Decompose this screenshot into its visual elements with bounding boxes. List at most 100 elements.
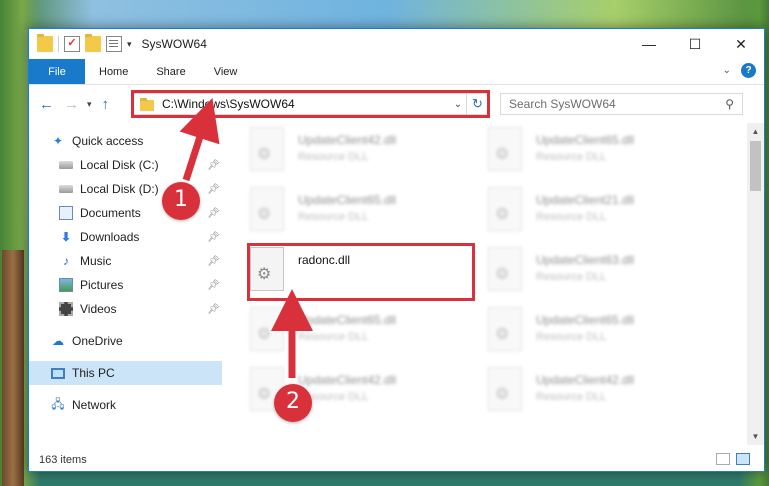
sidebar-item-label: Local Disk (D:) (80, 182, 159, 196)
file-item[interactable]: UpdateClient42.dll Resource DLL (488, 367, 714, 419)
checkmark-properties-icon[interactable]: ✓ (64, 36, 80, 52)
address-bar-highlight (131, 90, 490, 118)
dll-file-icon (488, 247, 522, 291)
sidebar-item-onedrive[interactable]: ☁ OneDrive (29, 329, 222, 353)
dll-file-icon (488, 187, 522, 231)
file-item[interactable]: UpdateClient63.dll Resource DLL (488, 247, 714, 299)
sidebar-item-label: Music (80, 254, 112, 268)
folder-icon (37, 34, 53, 52)
pin-icon[interactable]: 📌︎ (207, 160, 220, 171)
file-type: Resource DLL (298, 211, 369, 223)
pin-icon[interactable]: 📌︎ (207, 232, 220, 243)
sidebar-item-label: Network (72, 398, 117, 412)
customize-toolbar-dropdown-icon[interactable]: ▾ (127, 39, 132, 50)
radonc-highlight (247, 243, 475, 301)
disk-icon (59, 185, 73, 193)
documents-icon (59, 206, 73, 220)
maximize-button[interactable]: ☐ (672, 29, 718, 59)
tab-home[interactable]: Home (85, 59, 142, 84)
tab-file[interactable]: File (29, 59, 85, 84)
back-button[interactable]: ← (39, 96, 54, 113)
pin-icon[interactable]: 📌︎ (207, 304, 220, 315)
sidebar-item-this-pc[interactable]: This PC (29, 361, 222, 385)
sidebar-item-label: Local Disk (C:) (80, 158, 159, 172)
recent-locations-dropdown[interactable]: ▾ (87, 99, 92, 110)
disk-icon (59, 161, 73, 169)
vertical-scrollbar[interactable]: ▲ ▼ (747, 123, 764, 445)
file-item[interactable]: UpdateClient65.dll Resource DLL (488, 307, 714, 359)
music-icon: ♪ (63, 254, 69, 268)
file-name: UpdateClient42.dll (298, 373, 397, 387)
sidebar-item-label: Quick access (72, 134, 144, 148)
details-view-icon[interactable] (716, 453, 730, 465)
star-icon: ✦ (52, 134, 64, 148)
main-content: ✦ Quick access Local Disk (C:) 📌︎ Local … (29, 123, 764, 445)
sidebar-item-quick-access[interactable]: ✦ Quick access (29, 129, 222, 153)
file-item[interactable]: UpdateClient65.dll Resource DLL (250, 307, 476, 359)
expand-ribbon-chevron-icon[interactable]: ⌄ (723, 65, 731, 76)
search-box[interactable]: Search SysWOW64 ⚲ (500, 93, 743, 115)
videos-icon (59, 302, 73, 316)
pin-icon[interactable]: 📌︎ (207, 184, 220, 195)
window-title: SysWOW64 (141, 37, 207, 51)
ribbon-right-controls: ⌄ ? (723, 63, 756, 78)
step-1-badge: 1 (162, 182, 200, 220)
close-button[interactable]: ✕ (718, 29, 764, 59)
sidebar-item-downloads[interactable]: ⬇ Downloads 📌︎ (29, 225, 222, 249)
wallpaper-sky (0, 0, 769, 30)
navigation-bar: ← → ▾ ↑ C:\Windows\SysWOW64 ⌄ ↻ Search S… (29, 85, 764, 123)
dll-file-icon (250, 187, 284, 231)
file-name: UpdateClient65.dll (536, 313, 635, 327)
pin-icon[interactable]: 📌︎ (207, 280, 220, 291)
file-name: UpdateClient65.dll (298, 193, 397, 207)
scroll-up-icon[interactable]: ▲ (747, 123, 764, 140)
network-icon: 🖧︎ (51, 396, 65, 411)
scrollbar-thumb[interactable] (750, 141, 761, 191)
file-item[interactable]: UpdateClient21.dll Resource DLL (488, 187, 714, 239)
sidebar-item-label: Documents (80, 206, 141, 220)
file-type: Resource DLL (298, 391, 369, 403)
scroll-down-icon[interactable]: ▼ (747, 428, 764, 445)
tab-view[interactable]: View (200, 59, 252, 84)
file-item[interactable]: UpdateClient65.dll Resource DLL (250, 187, 476, 239)
pin-icon[interactable]: 📌︎ (207, 208, 220, 219)
file-type: Resource DLL (536, 271, 607, 283)
file-type: Resource DLL (536, 331, 607, 343)
help-icon[interactable]: ? (741, 63, 756, 78)
large-icons-view-icon[interactable] (736, 453, 750, 465)
download-icon: ⬇ (60, 230, 72, 244)
forward-button[interactable]: → (64, 96, 79, 113)
dll-file-icon (488, 127, 522, 171)
wallpaper-palm-trunk (2, 250, 24, 486)
pictures-icon (59, 278, 73, 292)
tab-share[interactable]: Share (142, 59, 199, 84)
sidebar-item-network[interactable]: 🖧︎ Network (29, 393, 222, 417)
status-bar: 163 items (29, 449, 764, 471)
sidebar-item-music[interactable]: ♪ Music 📌︎ (29, 249, 222, 273)
item-count: 163 items (39, 454, 87, 466)
file-name: UpdateClient42.dll (298, 133, 397, 147)
ribbon-tabs: File Home Share View ⌄ ? (29, 59, 764, 85)
file-name: UpdateClient21.dll (536, 193, 635, 207)
new-folder-icon[interactable] (85, 34, 101, 52)
up-button[interactable]: ↑ (102, 96, 110, 113)
step-2-badge: 2 (274, 384, 312, 422)
sidebar-item-videos[interactable]: Videos 📌︎ (29, 297, 222, 321)
sidebar-item-label: Downloads (80, 230, 140, 244)
pin-icon[interactable]: 📌︎ (207, 256, 220, 267)
pc-icon (51, 367, 65, 379)
search-icon[interactable]: ⚲ (725, 97, 734, 111)
file-name: UpdateClient63.dll (536, 253, 635, 267)
file-type: Resource DLL (536, 151, 607, 163)
sidebar-item-local-disk-c[interactable]: Local Disk (C:) 📌︎ (29, 153, 222, 177)
file-item[interactable]: UpdateClient65.dll Resource DLL (488, 127, 714, 179)
view-toggle (716, 453, 750, 465)
sidebar-item-pictures[interactable]: Pictures 📌︎ (29, 273, 222, 297)
file-explorer-window: ✓ ▾ SysWOW64 — ☐ ✕ File Home Share View … (28, 28, 765, 472)
file-item[interactable]: UpdateClient42.dll Resource DLL (250, 127, 476, 179)
window-controls: — ☐ ✕ (626, 29, 764, 59)
properties-icon[interactable] (106, 36, 122, 52)
onedrive-icon: ☁ (52, 334, 64, 348)
minimize-button[interactable]: — (626, 29, 672, 59)
sidebar-item-label: OneDrive (72, 334, 123, 348)
